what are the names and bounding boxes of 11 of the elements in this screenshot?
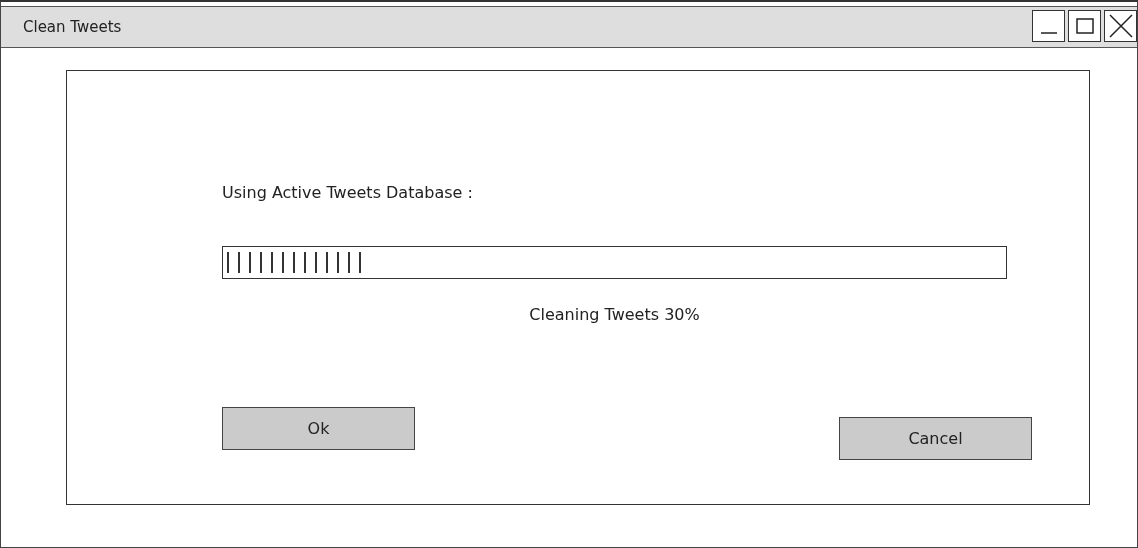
maximize-icon bbox=[1075, 18, 1094, 34]
ok-button[interactable]: Ok bbox=[222, 407, 415, 450]
progress-status: Cleaning Tweets 30% bbox=[528, 305, 701, 324]
close-button[interactable] bbox=[1104, 10, 1137, 42]
minimize-icon bbox=[1040, 32, 1057, 34]
database-label: Using Active Tweets Database : bbox=[222, 183, 474, 202]
window-title: Clean Tweets bbox=[23, 18, 122, 36]
minimize-button[interactable] bbox=[1032, 10, 1065, 42]
maximize-button[interactable] bbox=[1068, 10, 1101, 42]
cancel-button[interactable]: Cancel bbox=[839, 417, 1032, 460]
close-icon bbox=[1108, 14, 1133, 38]
